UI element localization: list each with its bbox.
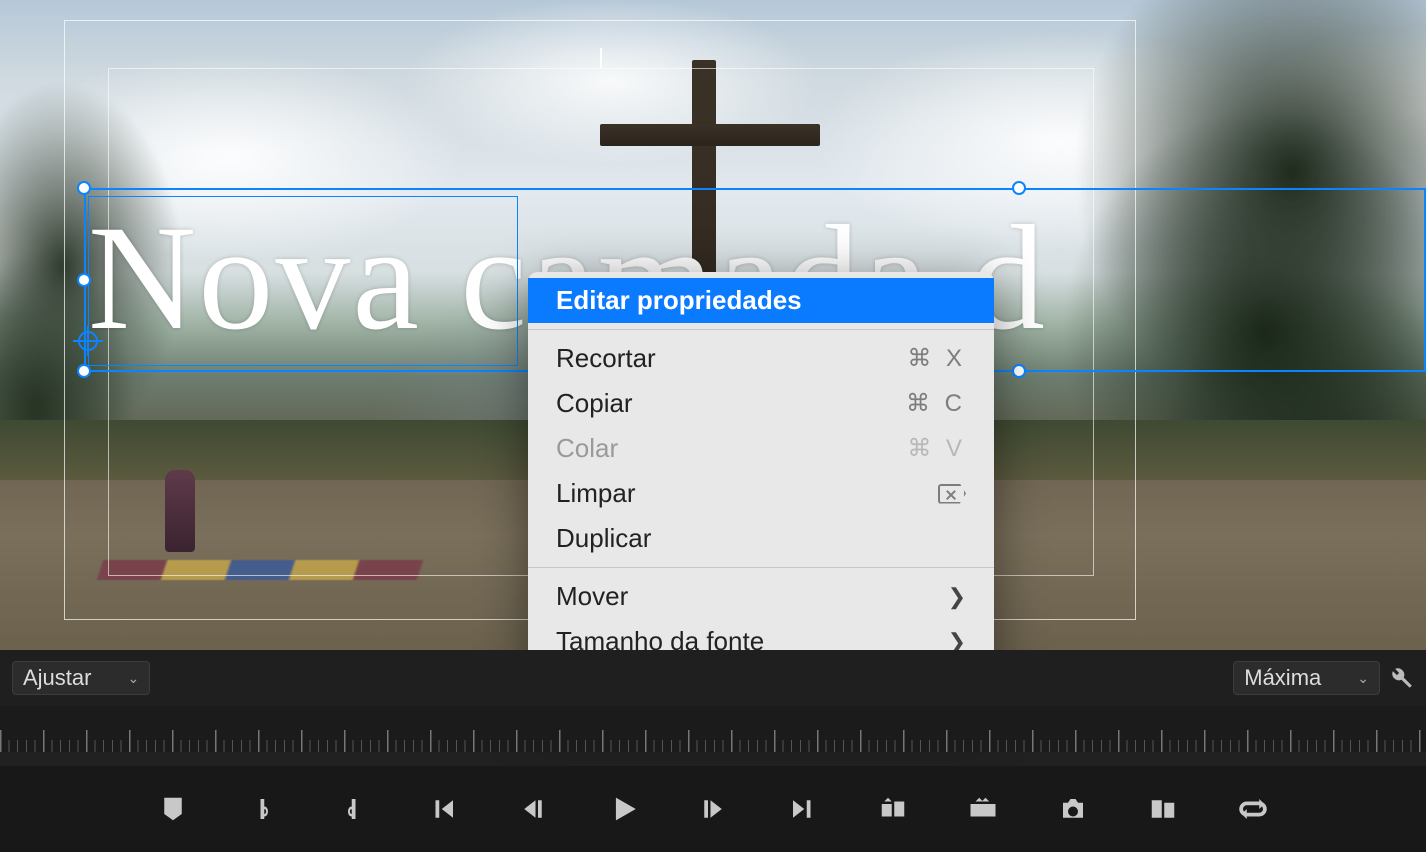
menu-label: Colar (556, 433, 907, 464)
transport-bar (0, 766, 1426, 852)
timeline-ruler[interactable] (0, 706, 1426, 752)
comparison-view-button[interactable] (1142, 788, 1184, 830)
menu-label: Limpar (556, 478, 938, 509)
loop-button[interactable] (1232, 788, 1274, 830)
delete-icon (938, 484, 966, 504)
chevron-right-icon: ❯ (948, 584, 966, 610)
step-back-button[interactable] (512, 788, 554, 830)
menu-edit-properties[interactable]: Editar propriedades (528, 278, 994, 323)
menu-label: Copiar (556, 388, 906, 419)
anchor-crosshair[interactable] (73, 326, 103, 356)
menu-label: Recortar (556, 343, 907, 374)
menu-cut[interactable]: Recortar ⌘ X (528, 336, 994, 381)
settings-wrench-icon[interactable] (1388, 665, 1414, 691)
chevron-down-icon: ⌄ (127, 670, 139, 687)
menu-duplicate[interactable]: Duplicar (528, 516, 994, 561)
menu-clear[interactable]: Limpar (528, 471, 994, 516)
overwrite-clip-button[interactable] (962, 788, 1004, 830)
add-marker-button[interactable] (152, 788, 194, 830)
menu-move-submenu[interactable]: Mover ❯ (528, 574, 994, 619)
selection-handle-ml[interactable] (77, 273, 91, 287)
mark-in-button[interactable] (242, 788, 284, 830)
rotation-handle[interactable] (600, 48, 602, 68)
mark-out-button[interactable] (332, 788, 374, 830)
ruler-ticks (0, 730, 1426, 752)
menu-shortcut: ⌘ X (907, 344, 966, 373)
dropdown-label: Máxima (1244, 665, 1321, 691)
export-frame-button[interactable] (1052, 788, 1094, 830)
menu-separator (528, 329, 994, 330)
insert-clip-button[interactable] (872, 788, 914, 830)
zoom-fit-dropdown[interactable]: Ajustar ⌄ (12, 661, 150, 695)
menu-shortcut: ⌘ C (906, 389, 966, 418)
dropdown-label: Ajustar (23, 665, 91, 691)
selection-handle-bl[interactable] (77, 364, 91, 378)
quality-dropdown[interactable]: Máxima ⌄ (1233, 661, 1380, 695)
word-selection-box[interactable] (88, 196, 518, 366)
context-menu: Editar propriedades Recortar ⌘ X Copiar … (528, 272, 994, 715)
menu-separator (528, 567, 994, 568)
go-to-in-button[interactable] (422, 788, 464, 830)
menu-label: Mover (556, 581, 948, 612)
menu-shortcut: ⌘ V (907, 434, 966, 463)
menu-label: Editar propriedades (556, 285, 966, 316)
menu-paste: Colar ⌘ V (528, 426, 994, 471)
viewer-toolbar: Ajustar ⌄ Máxima ⌄ (0, 650, 1426, 706)
menu-label: Duplicar (556, 523, 966, 554)
selection-handle-tl[interactable] (77, 181, 91, 195)
chevron-down-icon: ⌄ (1357, 670, 1369, 687)
step-forward-button[interactable] (692, 788, 734, 830)
go-to-out-button[interactable] (782, 788, 824, 830)
selection-handle-br[interactable] (1012, 364, 1026, 378)
play-button[interactable] (602, 788, 644, 830)
selection-handle-tr[interactable] (1012, 181, 1026, 195)
menu-copy[interactable]: Copiar ⌘ C (528, 381, 994, 426)
